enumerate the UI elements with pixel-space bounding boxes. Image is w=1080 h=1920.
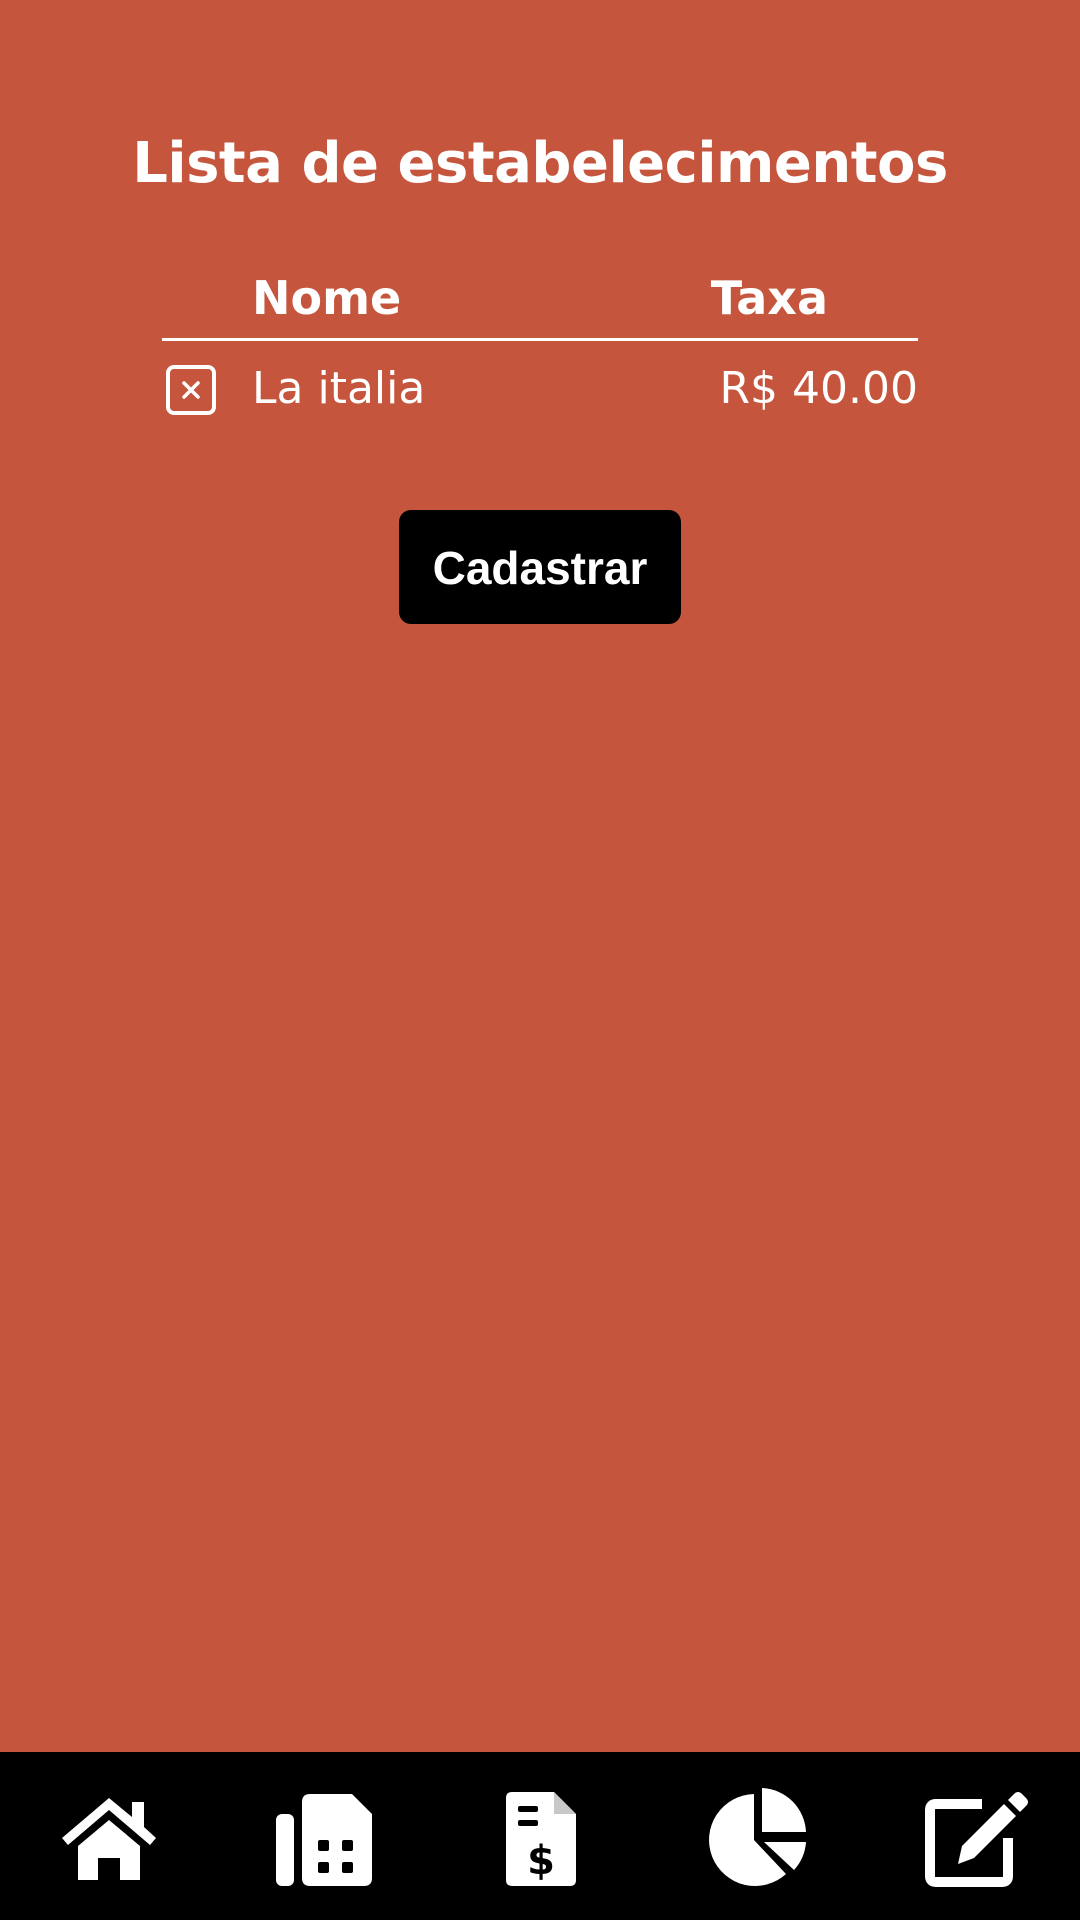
page-title: Lista de estabelecimentos [132, 131, 948, 196]
nav-reports[interactable] [702, 1782, 812, 1892]
nav-home[interactable] [54, 1782, 164, 1892]
column-header-name: Nome [252, 271, 402, 325]
nav-cash-register[interactable] [270, 1782, 380, 1892]
edit-icon [925, 1792, 1028, 1887]
register-button[interactable]: Cadastrar [399, 510, 681, 624]
pie-chart-icon [709, 1788, 806, 1886]
invoice-dollar-icon: $ [506, 1792, 576, 1886]
bottom-nav: $ [0, 1752, 1080, 1920]
home-icon [62, 1798, 156, 1880]
nav-invoice[interactable]: $ [486, 1782, 596, 1892]
establishment-fee: R$ 40.00 [719, 363, 918, 414]
cash-register-icon [276, 1794, 372, 1886]
svg-text:$: $ [527, 1838, 555, 1884]
table-row: La italia R$ 40.00 [162, 341, 918, 441]
establishments-table: Nome Taxa La italia R$ 40.00 [162, 262, 918, 441]
close-icon [182, 381, 200, 399]
table-header: Nome Taxa [162, 262, 918, 341]
column-header-fee: Taxa [710, 271, 828, 325]
delete-row-button[interactable] [166, 365, 216, 415]
establishment-name: La italia [252, 363, 426, 414]
nav-edit[interactable] [918, 1782, 1028, 1892]
